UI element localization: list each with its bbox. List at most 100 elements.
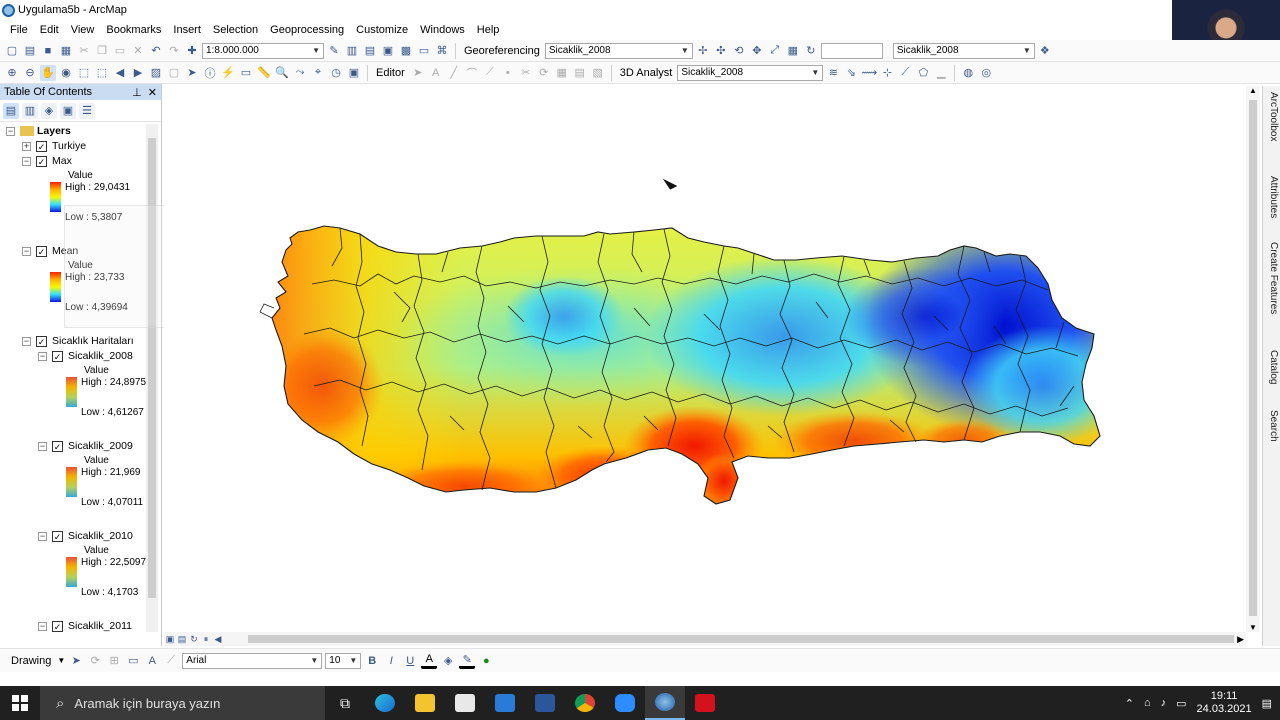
sketch-properties-icon[interactable]: ▤	[572, 65, 588, 81]
visibility-checkbox[interactable]: ✓	[52, 620, 63, 632]
shift-icon[interactable]: ✥	[749, 43, 765, 59]
pin-icon[interactable]: ⊥	[132, 87, 142, 99]
refresh-icon[interactable]: ↻	[803, 43, 819, 59]
trace-icon[interactable]: ⟋	[482, 65, 498, 81]
straight-segment-icon[interactable]: ╱	[446, 65, 462, 81]
zoom-out-icon[interactable]: ⊖	[22, 65, 38, 81]
profile-graph-icon[interactable]: ▁	[933, 65, 949, 81]
line-of-sight-icon[interactable]: ⟿	[861, 65, 877, 81]
tab-arctoolbox[interactable]: ArcToolbox	[1265, 92, 1279, 141]
map-view[interactable]	[164, 86, 1264, 630]
pause-drawing-icon[interactable]: ⏸	[200, 633, 212, 645]
open-icon[interactable]: ▤	[22, 43, 38, 59]
close-icon[interactable]: ✕	[148, 87, 157, 99]
layer-sicaklik-2009[interactable]: − ✓ Sicaklik_2009	[38, 439, 133, 453]
zoom-to-element-icon[interactable]: ⊞	[106, 653, 122, 669]
create-features-icon[interactable]: ▧	[590, 65, 606, 81]
rotate-element-icon[interactable]: ⟳	[87, 653, 103, 669]
identify-icon[interactable]: ⓘ	[202, 65, 218, 81]
volume-icon[interactable]: ♪	[1161, 697, 1167, 709]
layer-sicaklik-2010[interactable]: − ✓ Sicaklik_2010	[38, 529, 133, 543]
visibility-checkbox[interactable]: ✓	[36, 245, 47, 257]
layer-combo[interactable]: Sicaklik_2008 ▼	[892, 42, 1035, 59]
menu-windows[interactable]: Windows	[414, 20, 471, 40]
georef-layer-combo[interactable]: Sicaklik_2008 ▼	[544, 42, 693, 59]
toc-options-icon[interactable]: ☰	[79, 102, 95, 119]
time-slider-icon[interactable]: ◷	[328, 65, 344, 81]
menu-help[interactable]: Help	[471, 20, 506, 40]
taskbar-search[interactable]: ⌕ Aramak için buraya yazın	[40, 686, 325, 720]
collapse-icon[interactable]: −	[22, 336, 31, 346]
rectangle-icon[interactable]: ▭	[125, 653, 141, 669]
menu-edit[interactable]: Edit	[34, 20, 65, 40]
tab-attributes[interactable]: Attributes	[1265, 176, 1279, 218]
copy-icon[interactable]: ❐	[94, 43, 110, 59]
undo-icon[interactable]: ↶	[148, 43, 164, 59]
go-to-xy-icon[interactable]: ⌖	[310, 65, 326, 81]
menu-bookmarks[interactable]: Bookmarks	[100, 20, 167, 40]
add-control-points-icon[interactable]: ✢	[695, 43, 711, 59]
font-size-combo[interactable]: 10 ▼	[325, 652, 362, 669]
acrobat-icon[interactable]	[685, 686, 725, 720]
layer-turkiye[interactable]: + ✓ Turkiye	[22, 139, 86, 153]
full-extent-icon[interactable]: ◉	[58, 65, 74, 81]
georef-search-input[interactable]	[820, 42, 883, 59]
forward-icon[interactable]: ▶	[130, 65, 146, 81]
view-link-table-icon[interactable]: ▦	[785, 43, 801, 59]
new-text-icon[interactable]: A	[144, 653, 160, 669]
toc-window-icon[interactable]: ▥	[344, 43, 360, 59]
select-features-icon[interactable]: ▨	[148, 65, 164, 81]
notifications-icon[interactable]: ▤	[1262, 697, 1272, 710]
toc-scrollbar[interactable]	[146, 124, 158, 632]
expand-icon[interactable]: +	[22, 141, 31, 151]
split-icon[interactable]: ✂	[518, 65, 534, 81]
visibility-checkbox[interactable]: ✓	[52, 530, 63, 542]
steepest-path-icon[interactable]: ⇘	[843, 65, 859, 81]
select-elements-icon[interactable]: ➤	[184, 65, 200, 81]
georeferencing-menu[interactable]: Georeferencing	[461, 45, 543, 57]
delete-icon[interactable]: ✕	[130, 43, 146, 59]
scroll-down-icon[interactable]: ▼	[1249, 623, 1257, 632]
collapse-icon[interactable]: −	[38, 441, 47, 451]
cut-icon[interactable]: ✂	[76, 43, 92, 59]
list-by-source-icon[interactable]: ▥	[22, 102, 38, 119]
layout-view-icon[interactable]: ▤	[176, 633, 188, 645]
arctoolbox-icon[interactable]: ▩	[398, 43, 414, 59]
find-route-icon[interactable]: ⤳	[292, 65, 308, 81]
zoom-in-icon[interactable]: ⊕	[4, 65, 20, 81]
new-document-icon[interactable]: ▢	[4, 43, 20, 59]
mail-icon[interactable]	[485, 686, 525, 720]
attributes-icon[interactable]: ▦	[554, 65, 570, 81]
clear-selection-icon[interactable]: ▢	[166, 65, 182, 81]
marker-color-icon[interactable]: ●	[478, 653, 494, 669]
visibility-checkbox[interactable]: ✓	[52, 440, 63, 452]
collapse-icon[interactable]: −	[38, 531, 47, 541]
arcscene-icon[interactable]: ◍	[960, 65, 976, 81]
interpolate-polygon-icon[interactable]: ⬠	[915, 65, 931, 81]
drawing-menu[interactable]: Drawing	[8, 655, 54, 667]
link-table-icon[interactable]: ✣	[713, 43, 729, 59]
scroll-left-icon[interactable]: ◀	[212, 633, 224, 645]
data-view-icon[interactable]: ▣	[164, 633, 176, 645]
menu-view[interactable]: View	[65, 20, 101, 40]
layer-sicaklik-2008[interactable]: − ✓ Sicaklik_2008	[38, 349, 133, 363]
collapse-icon[interactable]: −	[6, 126, 15, 136]
edit-tool-icon[interactable]: ➤	[410, 65, 426, 81]
contour-icon[interactable]: ≋	[825, 65, 841, 81]
store-icon[interactable]	[445, 686, 485, 720]
visibility-checkbox[interactable]: ✓	[52, 350, 63, 362]
edit-annotation-icon[interactable]: A	[428, 65, 444, 81]
fixed-zoom-in-icon[interactable]: ⬚	[76, 65, 92, 81]
interpolate-line-icon[interactable]: ⟋	[897, 65, 913, 81]
layers-root[interactable]: − Layers	[6, 124, 71, 138]
print-icon[interactable]: ▦	[58, 43, 74, 59]
end-point-arc-icon[interactable]: ⌒	[464, 65, 480, 81]
map-vertical-scrollbar[interactable]: ▲ ▼	[1246, 86, 1260, 632]
catalog-window-icon[interactable]: ▤	[362, 43, 378, 59]
hyperlink-icon[interactable]: ⚡	[220, 65, 236, 81]
measure-icon[interactable]: 📏	[256, 65, 272, 81]
point-icon[interactable]: •	[500, 65, 516, 81]
list-by-drawing-order-icon[interactable]: ▤	[3, 102, 19, 119]
underline-icon[interactable]: U	[402, 653, 418, 669]
menu-geoprocessing[interactable]: Geoprocessing	[264, 20, 350, 40]
